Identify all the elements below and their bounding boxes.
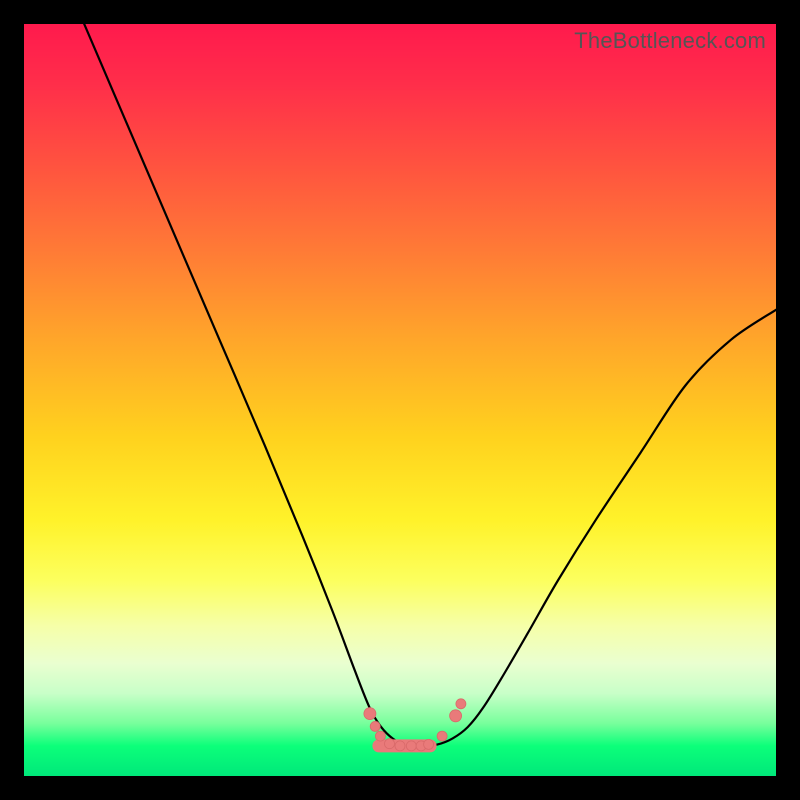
curve-layer [24, 24, 776, 776]
curve-left [84, 24, 422, 746]
curve-right [423, 310, 776, 746]
plot-area: TheBottleneck.com [24, 24, 776, 776]
chart-frame: TheBottleneck.com [0, 0, 800, 800]
